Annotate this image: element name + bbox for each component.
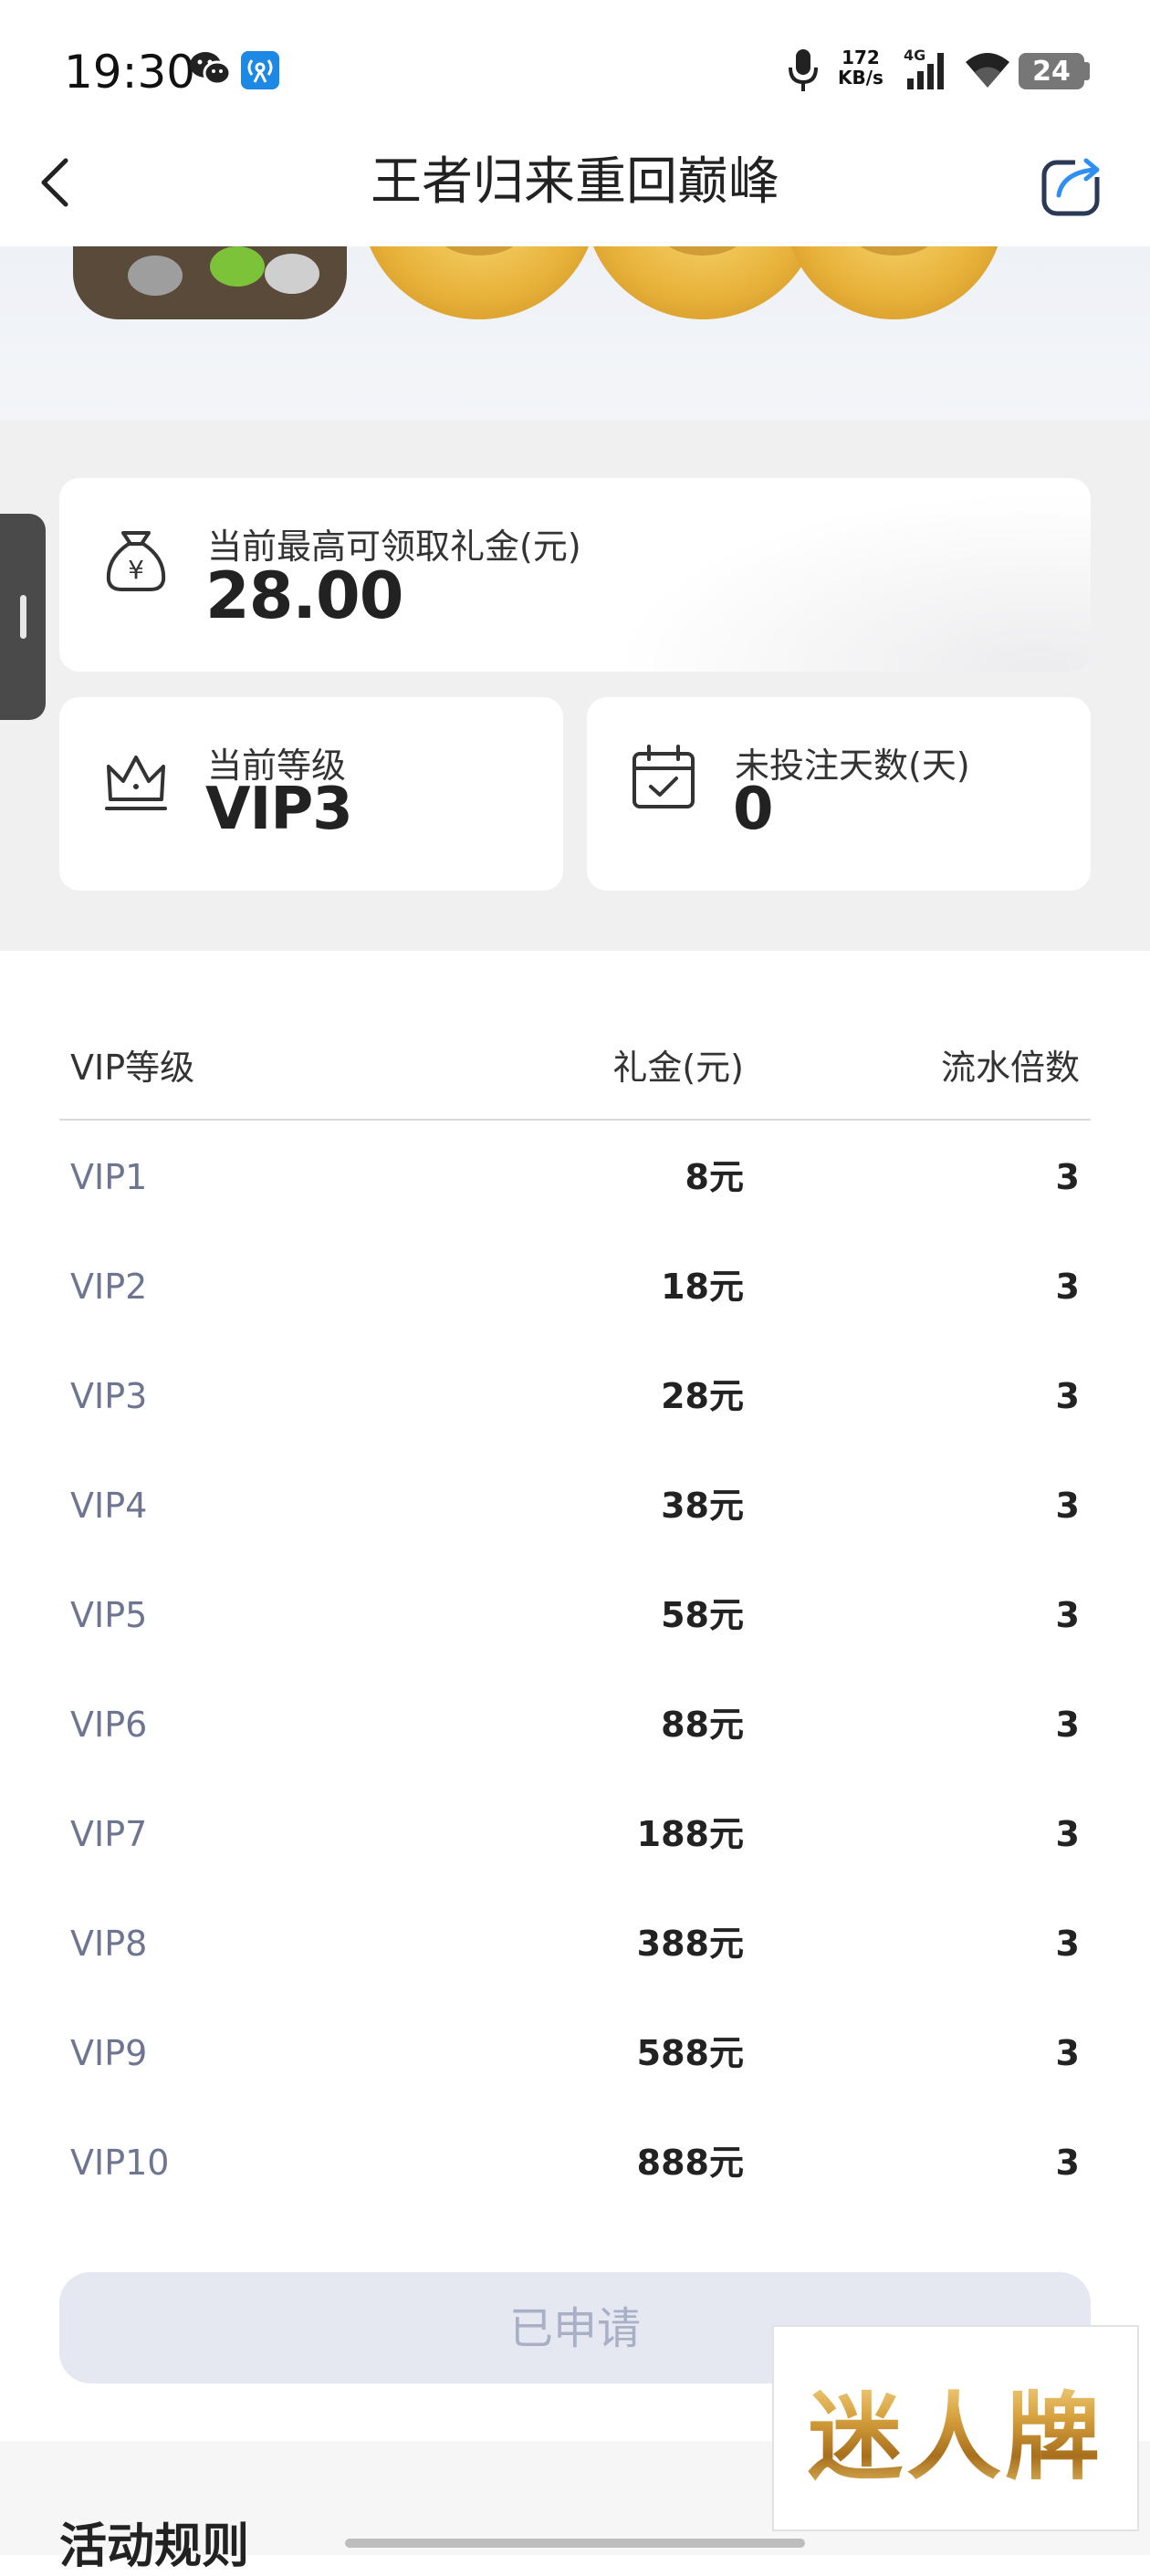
table-divider [59, 1119, 1091, 1121]
watermark-text: 迷人牌 [808, 2360, 1103, 2498]
row-vip-level: VIP1 [70, 1157, 148, 1197]
page-title: 王者归来重回巅峰 [371, 152, 779, 212]
row-bonus: 188元 [636, 1814, 744, 1854]
net-speed-value: 172 [842, 47, 880, 68]
row-multiplier: 3 [1055, 1595, 1080, 1635]
current-level-card: 当前等级 VIP3 [59, 697, 563, 891]
row-multiplier: 3 [1055, 1814, 1080, 1854]
row-bonus: 38元 [661, 1486, 744, 1526]
watermark-logo: 迷人牌 [772, 2325, 1139, 2531]
max-bonus-value: 28.00 [205, 558, 403, 633]
back-button[interactable] [27, 146, 82, 219]
table-header-level: VIP等级 [70, 1048, 195, 1088]
table-row: VIP4 38元 3 [59, 1451, 1091, 1560]
status-time: 19:30 [64, 46, 196, 99]
rules-title: 活动规则 [59, 2519, 250, 2574]
svg-text:¥: ¥ [128, 555, 144, 585]
row-multiplier: 3 [1055, 1376, 1080, 1416]
table-row: VIP7 188元 3 [59, 1779, 1091, 1889]
row-vip-level: VIP10 [70, 2143, 170, 2183]
net-speed-unit: KB/s [838, 67, 883, 89]
current-level-value: VIP3 [205, 776, 353, 843]
row-bonus: 388元 [636, 1924, 744, 1964]
radio-app-icon [241, 51, 279, 89]
row-vip-level: VIP4 [70, 1486, 148, 1526]
row-multiplier: 3 [1055, 1267, 1080, 1307]
signal-icon: 4G [904, 47, 944, 89]
row-bonus: 88元 [661, 1705, 744, 1745]
row-multiplier: 3 [1055, 1157, 1080, 1197]
battery-icon: 24 [1019, 53, 1084, 89]
row-vip-level: VIP5 [70, 1595, 148, 1635]
table-header-multiplier: 流水倍数 [940, 1048, 1080, 1088]
banner-leaf [210, 246, 265, 287]
row-vip-level: VIP8 [70, 1924, 148, 1964]
table-row: VIP5 58元 3 [59, 1560, 1091, 1670]
banner-leaf [128, 256, 183, 296]
crown-icon [105, 756, 167, 810]
table-row: VIP9 588元 3 [59, 1998, 1091, 2108]
row-bonus: 588元 [636, 2033, 744, 2073]
table-row: VIP10 888元 3 [59, 2108, 1091, 2217]
banner-leaf [265, 254, 319, 294]
chevron-left-icon [41, 158, 68, 207]
table-row: VIP1 8元 3 [59, 1122, 1091, 1232]
gold-coin [584, 246, 821, 319]
row-multiplier: 3 [1055, 1486, 1080, 1526]
row-bonus: 888元 [636, 2143, 744, 2183]
promo-banner [0, 246, 1150, 420]
row-multiplier: 3 [1055, 1705, 1080, 1745]
gold-coin [785, 246, 1004, 319]
row-vip-level: VIP9 [70, 2033, 148, 2073]
row-multiplier: 3 [1055, 2143, 1080, 2183]
wechat-icon [190, 52, 232, 86]
side-tab-handle[interactable] [20, 595, 26, 639]
table-row: VIP6 88元 3 [59, 1670, 1091, 1779]
row-bonus: 28元 [661, 1376, 744, 1416]
row-multiplier: 3 [1055, 1924, 1080, 1964]
network-type-label: 4G [904, 47, 925, 64]
calendar-check-icon [632, 745, 695, 808]
max-bonus-card: ¥ 当前最高可领取礼金(元) 28.00 [59, 478, 1091, 672]
net-speed: 172 KB/s [838, 47, 883, 88]
row-vip-level: VIP7 [70, 1814, 148, 1854]
mic-icon [789, 49, 818, 91]
share-icon[interactable] [1039, 150, 1108, 219]
wifi-icon [966, 53, 1009, 88]
row-vip-level: VIP3 [70, 1376, 148, 1416]
gold-coin [361, 246, 598, 319]
row-bonus: 18元 [661, 1267, 744, 1307]
row-bonus: 8元 [685, 1157, 744, 1197]
money-bag-icon: ¥ [106, 531, 166, 591]
battery-nub [1084, 62, 1090, 80]
idle-days-value: 0 [733, 776, 774, 843]
table-row: VIP2 18元 3 [59, 1232, 1091, 1341]
home-indicator[interactable] [345, 2539, 805, 2548]
row-vip-level: VIP6 [70, 1705, 148, 1745]
table-row: VIP8 388元 3 [59, 1889, 1091, 1998]
row-bonus: 58元 [661, 1595, 744, 1635]
row-vip-level: VIP2 [70, 1267, 148, 1307]
table-row: VIP3 28元 3 [59, 1341, 1091, 1451]
idle-days-card: 未投注天数(天) 0 [587, 697, 1091, 891]
row-multiplier: 3 [1055, 2033, 1080, 2073]
table-header-bonus: 礼金(元) [612, 1048, 744, 1088]
